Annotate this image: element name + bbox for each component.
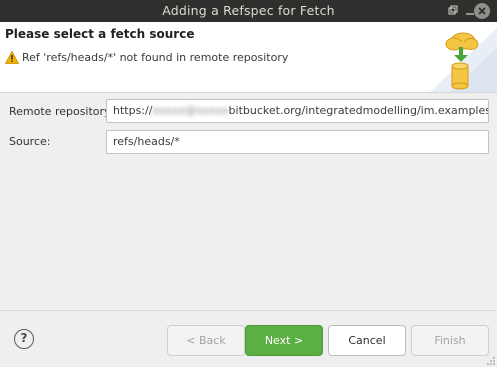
cloud-database-fetch-icon bbox=[430, 28, 497, 92]
header-message: Ref 'refs/heads/*' not found in remote r… bbox=[22, 51, 289, 64]
remote-repository-field[interactable]: https://xxxxx@xxxxxbitbucket.org/integra… bbox=[106, 99, 489, 123]
window-titlebar: Adding a Refspec for Fetch bbox=[0, 0, 497, 22]
remote-url-prefix: https:// bbox=[113, 104, 153, 117]
finish-button[interactable]: Finish bbox=[411, 325, 489, 356]
window-title: Adding a Refspec for Fetch bbox=[162, 3, 335, 18]
page-title: Please select a fetch source bbox=[5, 27, 195, 41]
remote-repository-label: Remote repository: bbox=[9, 105, 114, 118]
source-field[interactable]: refs/heads/* bbox=[106, 130, 489, 154]
close-icon bbox=[478, 7, 486, 15]
warning-icon bbox=[5, 51, 19, 64]
back-button[interactable]: < Back bbox=[167, 325, 245, 356]
remote-url-obscured: xxxxx@xxxxx bbox=[152, 104, 229, 117]
close-button[interactable] bbox=[474, 3, 490, 19]
next-button[interactable]: Next > bbox=[245, 325, 323, 356]
source-label: Source: bbox=[9, 135, 51, 148]
help-icon: ? bbox=[20, 331, 28, 345]
wizard-header: Please select a fetch source Ref 'refs/h… bbox=[0, 22, 497, 93]
restore-icon[interactable] bbox=[444, 3, 460, 19]
remote-url-suffix: bitbucket.org/integratedmodelling/im.exa… bbox=[228, 104, 489, 117]
help-button[interactable]: ? bbox=[14, 329, 34, 349]
resize-grip-icon[interactable] bbox=[486, 356, 496, 366]
cancel-button[interactable]: Cancel bbox=[328, 325, 406, 356]
footer-separator bbox=[0, 310, 497, 311]
